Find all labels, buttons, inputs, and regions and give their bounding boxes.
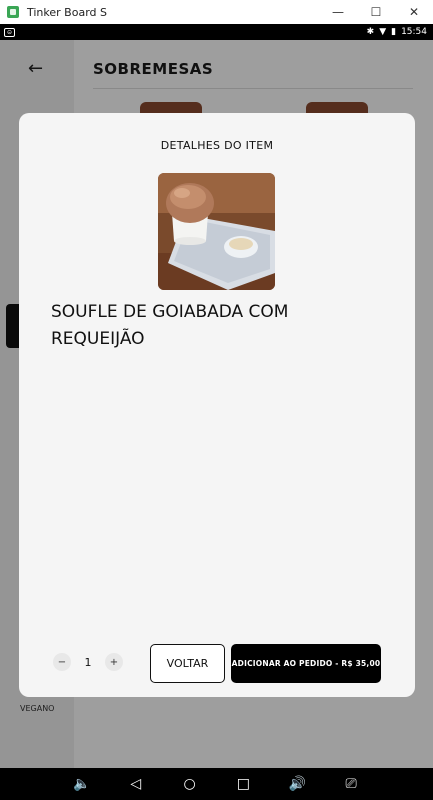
window-controls: — ☐ ✕: [319, 0, 433, 24]
window-titlebar: Tinker Board S — ☐ ✕: [0, 0, 433, 24]
notification-icon: ⊝: [4, 27, 15, 37]
quantity-value: 1: [84, 655, 92, 669]
back-icon[interactable]: ◁: [126, 776, 146, 792]
close-icon[interactable]: ✕: [395, 0, 433, 24]
item-details-modal: DETALHES DO ITEM SOUFLE DE GOIABADA COM …: [19, 113, 415, 697]
status-time: 15:54: [401, 27, 427, 37]
item-name: SOUFLE DE GOIABADA COM REQUEIJÃO: [51, 302, 289, 349]
souffle-image: [158, 173, 275, 290]
wifi-icon: ▼: [379, 27, 387, 37]
maximize-icon[interactable]: ☐: [357, 0, 395, 24]
add-to-order-button[interactable]: ADICIONAR AO PEDIDO - R$ 35,00: [231, 644, 381, 683]
minimize-icon[interactable]: —: [319, 0, 357, 24]
home-icon[interactable]: ○: [180, 776, 200, 792]
back-button[interactable]: VOLTAR: [150, 644, 225, 683]
modal-heading: DETALHES DO ITEM: [160, 139, 274, 152]
increment-button[interactable]: +: [105, 653, 123, 671]
quantity-stepper: − 1 +: [53, 653, 123, 671]
status-bar: ⊝ ✱ ▼ ▮ 15:54: [0, 24, 433, 40]
recents-icon[interactable]: □: [233, 776, 253, 792]
bluetooth-icon: ✱: [366, 27, 375, 37]
window-title: Tinker Board S: [27, 5, 107, 19]
battery-icon: ▮: [391, 27, 397, 37]
decrement-button[interactable]: −: [53, 653, 71, 671]
item-photo: [158, 173, 275, 290]
status-icons: ✱ ▼ ▮ 15:54: [367, 24, 427, 40]
app-icon: [7, 6, 19, 18]
navigation-bar: 🔈 ◁ ○ □ 🔊 ⎚: [0, 768, 433, 800]
volume-up-icon[interactable]: 🔊: [287, 776, 307, 792]
screenshot-icon[interactable]: ⎚: [341, 776, 361, 792]
volume-down-icon[interactable]: 🔈: [72, 776, 92, 792]
